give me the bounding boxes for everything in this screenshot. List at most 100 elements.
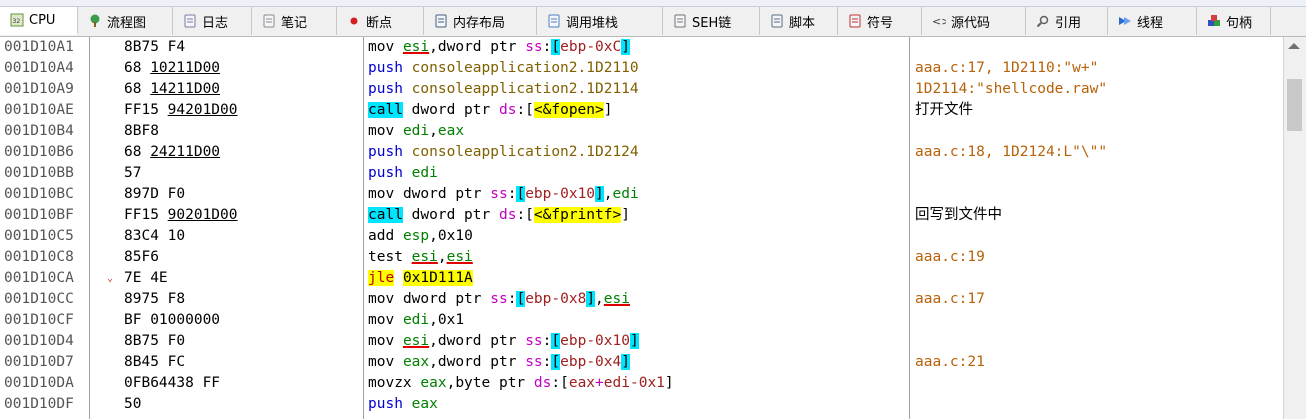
notes-icon bbox=[262, 14, 276, 28]
address-cell: 001D10C8 bbox=[4, 249, 74, 265]
log-icon bbox=[183, 14, 197, 28]
tab-source[interactable]: <> 源代码 bbox=[922, 7, 1026, 35]
comment-cell: aaa.c:17, 1D2110:"w+" bbox=[915, 60, 1099, 76]
bytes-cell: 57 bbox=[124, 165, 142, 181]
tab-seh-chain[interactable]: SEH链 bbox=[663, 7, 760, 35]
comment-cell: 1D2114:"shellcode.raw" bbox=[915, 81, 1108, 97]
address-cell: 001D10BB bbox=[4, 165, 74, 181]
tab-label: 日志 bbox=[202, 15, 229, 31]
table-row[interactable]: 001D10CA ⌄ 7E 4E jle 0x1D111A bbox=[0, 268, 1283, 289]
table-row[interactable]: 001D10BB 57 push edi bbox=[0, 163, 1283, 184]
bytes-cell: FF15 90201D00 bbox=[124, 207, 238, 223]
address-cell: 001D10D7 bbox=[4, 354, 74, 370]
table-row[interactable]: 001D10B4 8BF8 mov edi,eax bbox=[0, 121, 1283, 142]
instruction-cell: jle 0x1D111A bbox=[368, 270, 473, 286]
breakpoint-icon bbox=[347, 14, 361, 28]
address-cell: 001D10CF bbox=[4, 312, 74, 328]
address-cell: 001D10CC bbox=[4, 291, 74, 307]
call-stack-icon bbox=[547, 14, 561, 28]
address-cell: 001D10B4 bbox=[4, 123, 74, 139]
address-cell: 001D10DA bbox=[4, 375, 74, 391]
address-cell: 001D10B6 bbox=[4, 144, 74, 160]
bytes-cell: 0FB64438 FF bbox=[124, 375, 221, 391]
toolbar-strip bbox=[0, 0, 1306, 7]
bytes-cell: 897D F0 bbox=[124, 186, 186, 202]
tab-memory-map[interactable]: 内存布局 bbox=[424, 7, 537, 35]
tab-symbols[interactable]: 符号 bbox=[838, 7, 922, 35]
tab-label: 流程图 bbox=[107, 15, 147, 31]
svg-text:<>: <> bbox=[932, 15, 946, 28]
instruction-cell: push consoleapplication2.1D2110 bbox=[368, 60, 639, 76]
tab-cpu[interactable]: 32 CPU bbox=[0, 7, 78, 35]
address-cell: 001D10A9 bbox=[4, 81, 74, 97]
seh-chain-icon bbox=[673, 14, 687, 28]
tab-label: SEH链 bbox=[692, 15, 732, 31]
scroll-up-icon[interactable] bbox=[1288, 43, 1300, 49]
table-row[interactable]: 001D10A4 68 10211D00 push consoleapplicati… bbox=[0, 58, 1283, 79]
address-cell: 001D10AE bbox=[4, 102, 74, 118]
address-cell: 001D10BF bbox=[4, 207, 74, 223]
table-row[interactable]: 001D10BF FF15 90201D00 call dword ptr ds:[… bbox=[0, 205, 1283, 226]
bytes-cell: 68 10211D00 bbox=[124, 60, 221, 76]
jump-arrow-icon: ⌄ bbox=[107, 273, 114, 284]
bytes-cell: 8BF8 bbox=[124, 123, 159, 139]
tab-label: 源代码 bbox=[951, 15, 991, 31]
instruction-cell: mov dword ptr ss:[ebp-0x10],edi bbox=[368, 186, 639, 202]
bytes-cell: FF15 94201D00 bbox=[124, 102, 238, 118]
tab-notes[interactable]: 笔记 bbox=[252, 7, 337, 35]
bytes-cell: 85F6 bbox=[124, 249, 159, 265]
vertical-scrollbar[interactable] bbox=[1283, 37, 1306, 419]
table-row[interactable]: 001D10A9 68 14211D00 push consoleapplicati… bbox=[0, 79, 1283, 100]
table-row[interactable]: 001D10DF 50 push eax bbox=[0, 394, 1283, 415]
tab-label: 句柄 bbox=[1226, 15, 1253, 31]
scrollbar-thumb[interactable] bbox=[1287, 79, 1302, 131]
comment-cell: 回写到文件中 bbox=[915, 207, 1002, 223]
bytes-cell: 83C4 10 bbox=[124, 228, 186, 244]
instruction-cell: movzx eax,byte ptr ds:[eax+edi-0x1] bbox=[368, 375, 674, 391]
instruction-cell: push consoleapplication2.1D2114 bbox=[368, 81, 639, 97]
tab-threads[interactable]: 线程 bbox=[1108, 7, 1197, 35]
comment-cell: aaa.c:17 bbox=[915, 291, 985, 307]
table-row[interactable]: 001D10BC 897D F0 mov dword ptr ss:[ebp-0x1… bbox=[0, 184, 1283, 205]
tab-flowchart[interactable]: 流程图 bbox=[78, 7, 173, 35]
instruction-cell: mov edi,eax bbox=[368, 123, 465, 139]
table-row[interactable]: 001D10CC 8975 F8 mov dword ptr ss:[ebp-0x8… bbox=[0, 289, 1283, 310]
address-cell: 001D10A1 bbox=[4, 39, 74, 55]
instruction-cell: push eax bbox=[368, 396, 438, 412]
table-row[interactable]: 001D10D4 8B75 F0 mov esi,dword ptr ss:[ebp… bbox=[0, 331, 1283, 352]
disassembly-view[interactable]: 001D10A1 8B75 F4 mov esi,dword ptr ss:[ebp… bbox=[0, 37, 1306, 419]
symbols-icon bbox=[848, 14, 862, 28]
tab-call-stack[interactable]: 调用堆栈 bbox=[537, 7, 663, 35]
table-row[interactable]: 001D10C5 83C4 10 add esp,0x10 bbox=[0, 226, 1283, 247]
tab-breakpoint[interactable]: 断点 bbox=[337, 7, 424, 35]
instruction-cell: test esi,esi bbox=[368, 249, 473, 265]
address-cell: 001D10A4 bbox=[4, 60, 74, 76]
comment-cell: aaa.c:19 bbox=[915, 249, 985, 265]
tab-script[interactable]: 脚本 bbox=[760, 7, 838, 35]
table-row[interactable]: 001D10B6 68 24211D00 push consoleapplicati… bbox=[0, 142, 1283, 163]
tab-label: 笔记 bbox=[281, 15, 308, 31]
bytes-cell: 7E 4E bbox=[124, 270, 168, 286]
tab-label: 线程 bbox=[1137, 15, 1164, 31]
table-row[interactable]: 001D10C8 85F6 test esi,esi aaa.c:19 bbox=[0, 247, 1283, 268]
tab-label: 符号 bbox=[867, 15, 894, 31]
table-row[interactable]: 001D10D7 8B45 FC mov eax,dword ptr ss:[ebp… bbox=[0, 352, 1283, 373]
tab-log[interactable]: 日志 bbox=[173, 7, 252, 35]
instruction-cell: mov esi,dword ptr ss:[ebp-0x10] bbox=[368, 333, 639, 349]
table-row[interactable]: 001D10CF BF 01000000 mov edi,0x1 bbox=[0, 310, 1283, 331]
source-icon: <> bbox=[932, 14, 950, 28]
table-row[interactable]: 001D10DA 0FB64438 FF movzx eax,byte ptr ds… bbox=[0, 373, 1283, 394]
tab-label: 内存布局 bbox=[453, 15, 506, 31]
comment-cell: 打开文件 bbox=[915, 102, 973, 118]
handles-icon bbox=[1207, 14, 1221, 28]
tab-bar: 32 CPU 流程图 日志 笔记 断点 内存布局 调用堆栈 SEH链 脚本 符号 <> 源代码 引用 线程 句… bbox=[0, 7, 1306, 37]
table-row[interactable]: 001D10A1 8B75 F4 mov esi,dword ptr ss:[ebp… bbox=[0, 37, 1283, 58]
bytes-cell: 68 14211D00 bbox=[124, 81, 221, 97]
table-row[interactable]: 001D10AE FF15 94201D00 call dword ptr ds:[… bbox=[0, 100, 1283, 121]
tab-label: 引用 bbox=[1055, 15, 1082, 31]
tab-handles[interactable]: 句柄 bbox=[1197, 7, 1271, 35]
instruction-cell: add esp,0x10 bbox=[368, 228, 473, 244]
address-cell: 001D10C5 bbox=[4, 228, 74, 244]
tab-references[interactable]: 引用 bbox=[1026, 7, 1108, 35]
address-cell: 001D10D4 bbox=[4, 333, 74, 349]
